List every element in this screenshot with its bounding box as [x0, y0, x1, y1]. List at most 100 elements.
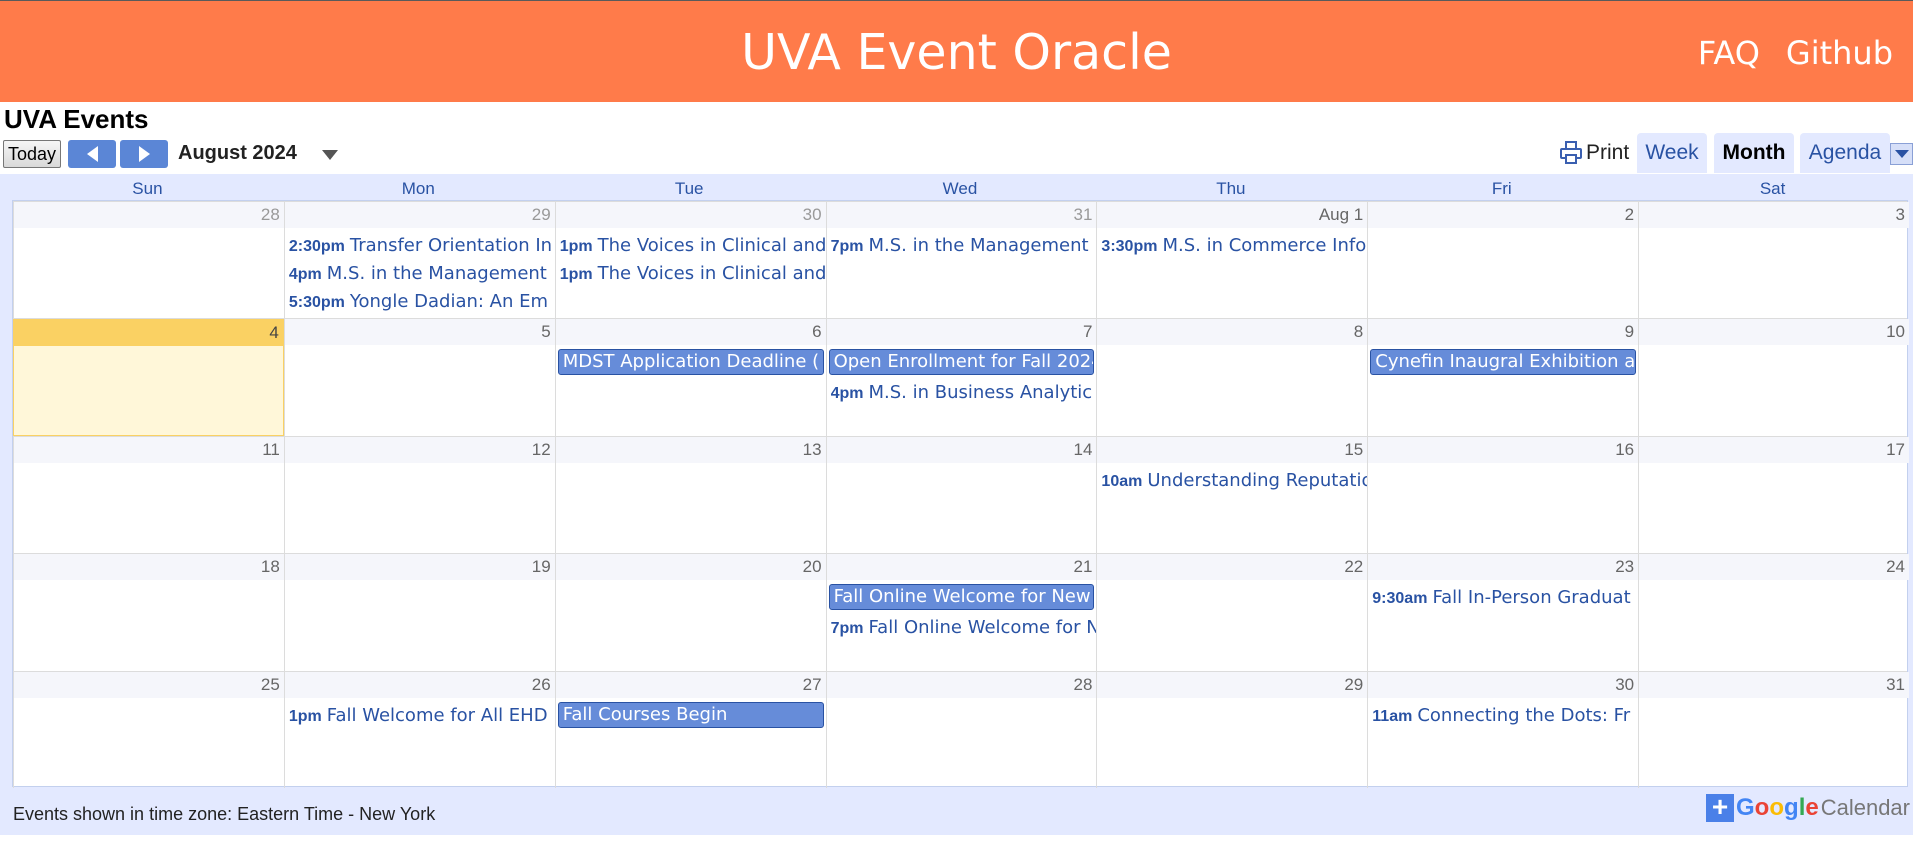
day-cell[interactable]: 15 10am Understanding Reputatio: [1096, 436, 1368, 554]
all-day-event-chip[interactable]: Fall Courses Begin: [557, 701, 824, 728]
event-title: Fall In-Person Graduat: [1432, 587, 1631, 609]
day-number: 30: [1368, 671, 1639, 698]
google-calendar-button[interactable]: + Google Calendar: [1706, 793, 1910, 822]
day-of-week-label: Mon: [401, 179, 435, 198]
day-number: 6: [555, 319, 826, 346]
day-cell[interactable]: 16: [1367, 436, 1639, 554]
timed-event[interactable]: 1pm Fall Welcome for All EHD: [289, 702, 555, 728]
day-cell[interactable]: 29 2:30pm Transfer Orientation In 4pm M.S.…: [283, 202, 555, 319]
day-cell[interactable]: 28: [13, 202, 284, 319]
day-of-week-label: Wed: [942, 179, 978, 198]
day-cell[interactable]: 30 11am Connecting the Dots: Fr: [1367, 671, 1639, 788]
day-cell[interactable]: 2: [1367, 202, 1639, 319]
timed-event[interactable]: 4pm M.S. in the Management: [289, 260, 555, 286]
day-cell[interactable]: 14: [825, 436, 1097, 554]
day-cell[interactable]: 21 Fall Online Welcome for New 7pm Fall On…: [825, 554, 1097, 671]
arrow-right-icon: [138, 146, 150, 162]
timed-event[interactable]: 9:30am Fall In-Person Graduat: [1372, 584, 1638, 610]
day-cell[interactable]: 8: [1096, 319, 1368, 436]
all-day-event-chip[interactable]: Cynefin Inaugral Exhibition a: [1370, 349, 1637, 376]
day-cell[interactable]: 10: [1638, 319, 1909, 436]
event-title: Understanding Reputatio: [1147, 469, 1368, 491]
faq-link[interactable]: FAQ: [1698, 31, 1760, 75]
timed-event[interactable]: 11am Connecting the Dots: Fr: [1372, 702, 1638, 728]
day-cell[interactable]: 30 1pm The Voices in Clinical and 1pm The …: [554, 202, 826, 319]
day-cell[interactable]: 13: [554, 436, 826, 554]
day-cell[interactable]: 9 Cynefin Inaugral Exhibition a: [1367, 319, 1639, 436]
day-cell[interactable]: Aug 1 3:30pm M.S. in Commerce Info: [1096, 202, 1368, 319]
event-time: 4pm: [830, 385, 864, 403]
day-number: 16: [1368, 436, 1639, 463]
day-number: 2: [1368, 202, 1639, 228]
day-of-week-label: Thu: [1216, 179, 1246, 198]
day-cell[interactable]: 31: [1638, 671, 1909, 788]
tab-agenda[interactable]: Agenda: [1800, 133, 1890, 173]
timed-event[interactable]: 10am Understanding Reputatio: [1101, 467, 1367, 493]
day-number: 19: [284, 554, 555, 581]
day-cell[interactable]: 25: [13, 671, 284, 788]
timed-event[interactable]: 5:30pm Yongle Dadian: An Em: [289, 288, 555, 314]
day-cell[interactable]: 18: [13, 554, 284, 671]
all-day-event-chip[interactable]: Open Enrollment for Fall 2024: [828, 349, 1095, 376]
today-button[interactable]: Today: [3, 140, 61, 168]
day-number: 29: [284, 202, 555, 228]
event-title: The Voices in Clinical and: [597, 263, 826, 284]
day-number: 18: [14, 554, 284, 581]
day-cell[interactable]: 20: [554, 554, 826, 671]
timed-event[interactable]: 1pm The Voices in Clinical and: [560, 232, 826, 258]
date-picker-dropdown-icon[interactable]: [322, 150, 338, 160]
day-number: 12: [284, 436, 555, 463]
day-number: 28: [826, 671, 1097, 698]
day-number: 24: [1639, 554, 1909, 581]
site-title: UVA Event Oracle: [741, 24, 1172, 81]
day-cell[interactable]: 3: [1638, 202, 1909, 319]
event-time: 9:30am: [1372, 590, 1428, 608]
day-number: 23: [1368, 554, 1639, 581]
calendar-title: UVA Events: [4, 104, 149, 134]
tab-week[interactable]: Week: [1637, 133, 1707, 173]
all-day-event-chip[interactable]: MDST Application Deadline (: [557, 349, 824, 376]
day-cell[interactable]: 5: [283, 319, 555, 436]
print-button[interactable]: Print: [1560, 141, 1629, 165]
event-title: M.S. in the Management: [326, 263, 547, 284]
day-number: 31: [1639, 671, 1909, 698]
event-time: 4pm: [288, 266, 322, 283]
day-number: 30: [555, 202, 826, 228]
timed-event[interactable]: 4pm M.S. in Business Analytic: [831, 379, 1097, 405]
day-cell[interactable]: 23 9:30am Fall In-Person Graduat: [1367, 554, 1639, 671]
calendar-list-dropdown[interactable]: [1890, 143, 1913, 165]
day-cell[interactable]: 26 1pm Fall Welcome for All EHD: [283, 671, 555, 788]
day-cell[interactable]: 11: [13, 436, 284, 554]
prev-month-button[interactable]: [68, 140, 116, 168]
tab-month[interactable]: Month: [1714, 133, 1794, 173]
event-title: M.S. in the Management: [868, 235, 1089, 256]
day-cell-today[interactable]: 4: [13, 319, 284, 436]
next-month-button[interactable]: [120, 140, 168, 168]
day-cell[interactable]: 27 Fall Courses Begin: [554, 671, 826, 788]
current-month-label: August 2024: [178, 142, 297, 164]
timed-event[interactable]: 7pm Fall Online Welcome for N: [831, 614, 1097, 640]
timed-event[interactable]: 1pm The Voices in Clinical and: [560, 260, 826, 286]
timed-event[interactable]: 2:30pm Transfer Orientation In: [289, 232, 555, 258]
day-cell[interactable]: 12: [283, 436, 555, 554]
day-cell[interactable]: 19: [283, 554, 555, 671]
day-cell[interactable]: 29: [1096, 671, 1368, 788]
day-cell[interactable]: 6 MDST Application Deadline (: [554, 319, 826, 436]
day-cell[interactable]: 22: [1096, 554, 1368, 671]
event-title: Fall Welcome for All EHD: [326, 704, 548, 726]
all-day-event-chip[interactable]: Fall Online Welcome for New: [828, 584, 1095, 611]
week-row: 18 19 20 21 Fall Online Welcome for New 7pm F…: [13, 553, 1909, 671]
day-cell[interactable]: 24: [1638, 554, 1909, 671]
printer-icon: [1560, 141, 1582, 165]
timed-event[interactable]: 3:30pm M.S. in Commerce Info: [1101, 232, 1367, 258]
event-time: 1pm: [559, 238, 593, 255]
day-number: 29: [1097, 671, 1368, 698]
github-link[interactable]: Github: [1786, 31, 1893, 75]
day-number: 27: [555, 671, 826, 698]
timed-event[interactable]: 7pm M.S. in the Management: [831, 232, 1097, 258]
day-cell[interactable]: 17: [1638, 436, 1909, 554]
day-cell[interactable]: 7 Open Enrollment for Fall 2024 4pm M.S. i…: [825, 319, 1097, 436]
day-cell[interactable]: 31 7pm M.S. in the Management: [825, 202, 1097, 319]
week-row: 28 29 2:30pm Transfer Orientation In 4pm M.…: [13, 201, 1909, 319]
day-cell[interactable]: 28: [825, 671, 1097, 788]
